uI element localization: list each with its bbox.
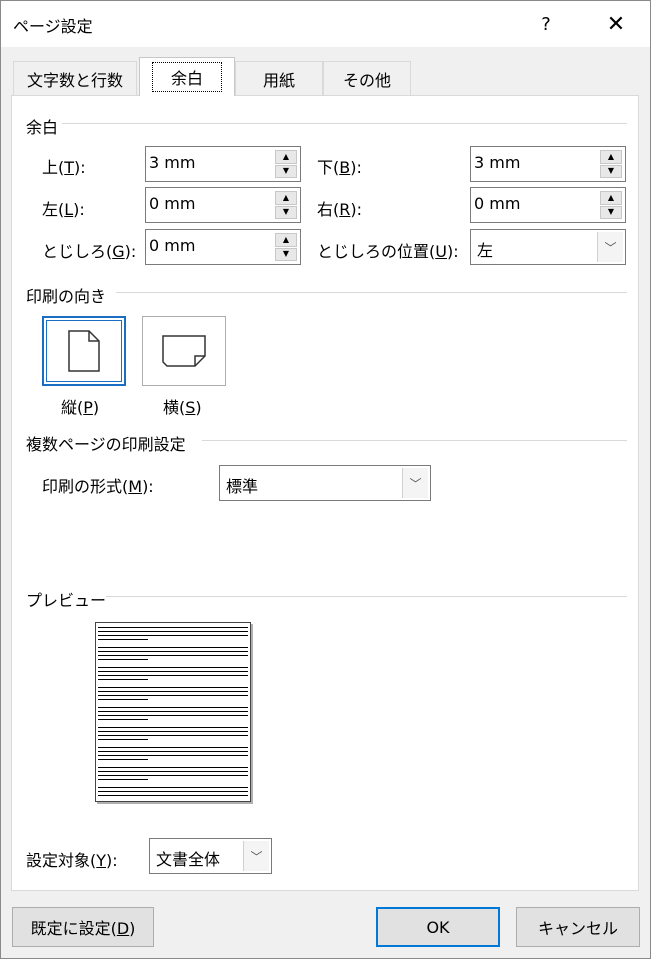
landscape-page-icon (162, 335, 206, 367)
close-icon: ✕ (606, 11, 626, 37)
tab-other-label: その他 (342, 70, 391, 90)
right-margin-up-button[interactable]: ▲ (600, 191, 622, 205)
help-icon: ? (541, 13, 551, 35)
set-as-default-label: 既定に設定(D) (30, 919, 136, 938)
arrow-down-icon: ▼ (282, 207, 290, 217)
gutter-down-button[interactable]: ▼ (275, 247, 297, 261)
bottom-margin-value: 3 mm (474, 153, 521, 172)
arrow-up-icon: ▲ (282, 151, 290, 161)
tab-characters-lines-label: 文字数と行数 (26, 70, 123, 90)
gutter-label: とじしろ(G): (42, 242, 137, 261)
apply-to-label: 設定対象(Y): (26, 851, 118, 870)
tab-characters-lines[interactable]: 文字数と行数 (13, 61, 137, 95)
preview-section-label: プレビュー (26, 587, 107, 611)
title-bar: ページ設定 ? ✕ (1, 1, 650, 47)
arrow-up-icon: ▲ (282, 192, 290, 202)
top-margin-label: 上(T): (42, 158, 86, 177)
top-margin-down-button[interactable]: ▼ (275, 164, 297, 178)
portrait-page-icon (68, 330, 100, 372)
margins-section-divider (62, 123, 627, 124)
gutter-position-select[interactable]: 左 ﹀ (470, 229, 626, 265)
tab-paper-label: 用紙 (262, 70, 295, 90)
print-format-label: 印刷の形式(M): (42, 477, 154, 496)
tab-paper[interactable]: 用紙 (235, 61, 323, 95)
top-margin-value: 3 mm (149, 153, 196, 172)
portrait-button[interactable] (42, 316, 126, 386)
orientation-section-label: 印刷の向き (26, 283, 107, 307)
print-format-select[interactable]: 標準 ﹀ (219, 465, 431, 501)
tab-margins[interactable]: 余白 (139, 57, 235, 96)
chevron-down-icon[interactable]: ﹀ (402, 468, 428, 498)
portrait-label: 縦(P) (61, 398, 100, 417)
arrow-up-icon: ▲ (282, 234, 290, 244)
bottom-margin-spinner[interactable]: 3 mm ▲ ▼ (470, 146, 626, 182)
preview-thumbnail (95, 622, 251, 802)
arrow-up-icon: ▲ (607, 192, 615, 202)
gutter-up-button[interactable]: ▲ (275, 233, 297, 247)
pages-section-label: 複数ページの印刷設定 (26, 431, 186, 455)
orientation-section-divider (116, 292, 627, 293)
arrow-down-icon: ▼ (282, 249, 290, 259)
help-button[interactable]: ? (521, 1, 571, 47)
left-margin-up-button[interactable]: ▲ (275, 191, 297, 205)
left-margin-down-button[interactable]: ▼ (275, 205, 297, 219)
left-margin-spinner[interactable]: 0 mm ▲ ▼ (145, 187, 301, 223)
arrow-down-icon: ▼ (607, 207, 615, 217)
gutter-value: 0 mm (149, 236, 196, 255)
right-margin-value: 0 mm (474, 194, 521, 213)
left-margin-value: 0 mm (149, 194, 196, 213)
margins-panel: 余白 上(T): 3 mm ▲ ▼ 下(B): 3 mm ▲ ▼ 左(L): 0… (11, 95, 639, 891)
gutter-position-label: とじしろの位置(U): (317, 242, 459, 261)
right-margin-down-button[interactable]: ▼ (600, 205, 622, 219)
gutter-position-value: 左 (477, 241, 494, 260)
margins-section-label: 余白 (26, 114, 59, 138)
chevron-down-icon[interactable]: ﹀ (597, 232, 623, 262)
top-margin-up-button[interactable]: ▲ (275, 150, 297, 164)
bottom-margin-down-button[interactable]: ▼ (600, 164, 622, 178)
arrow-up-icon: ▲ (607, 151, 615, 161)
print-format-value: 標準 (226, 477, 259, 496)
close-button[interactable]: ✕ (591, 1, 641, 47)
cancel-button[interactable]: キャンセル (516, 907, 640, 947)
ok-button[interactable]: OK (376, 907, 500, 947)
preview-section-divider (100, 596, 627, 597)
ok-label: OK (426, 917, 450, 937)
landscape-button[interactable] (142, 316, 226, 386)
pages-section-divider (202, 440, 627, 441)
cancel-label: キャンセル (537, 919, 618, 938)
apply-to-value: 文書全体 (156, 850, 221, 869)
top-margin-spinner[interactable]: 3 mm ▲ ▼ (145, 146, 301, 182)
page-setup-dialog: ページ設定 ? ✕ 文字数と行数 余白 用紙 その他 余白 上(T): 3 mm… (0, 0, 651, 959)
window-title: ページ設定 (13, 17, 93, 36)
landscape-label: 横(S) (163, 398, 202, 417)
chevron-down-icon[interactable]: ﹀ (243, 841, 269, 871)
tab-margins-label: 余白 (151, 62, 222, 92)
tab-other[interactable]: その他 (323, 61, 411, 95)
right-margin-spinner[interactable]: 0 mm ▲ ▼ (470, 187, 626, 223)
set-as-default-button[interactable]: 既定に設定(D) (12, 907, 154, 947)
bottom-margin-up-button[interactable]: ▲ (600, 150, 622, 164)
arrow-down-icon: ▼ (607, 166, 615, 176)
left-margin-label: 左(L): (42, 200, 85, 219)
bottom-margin-label: 下(B): (317, 158, 362, 177)
gutter-spinner[interactable]: 0 mm ▲ ▼ (145, 229, 301, 265)
apply-to-select[interactable]: 文書全体 ﹀ (149, 838, 272, 874)
arrow-down-icon: ▼ (282, 166, 290, 176)
right-margin-label: 右(R): (317, 200, 363, 219)
